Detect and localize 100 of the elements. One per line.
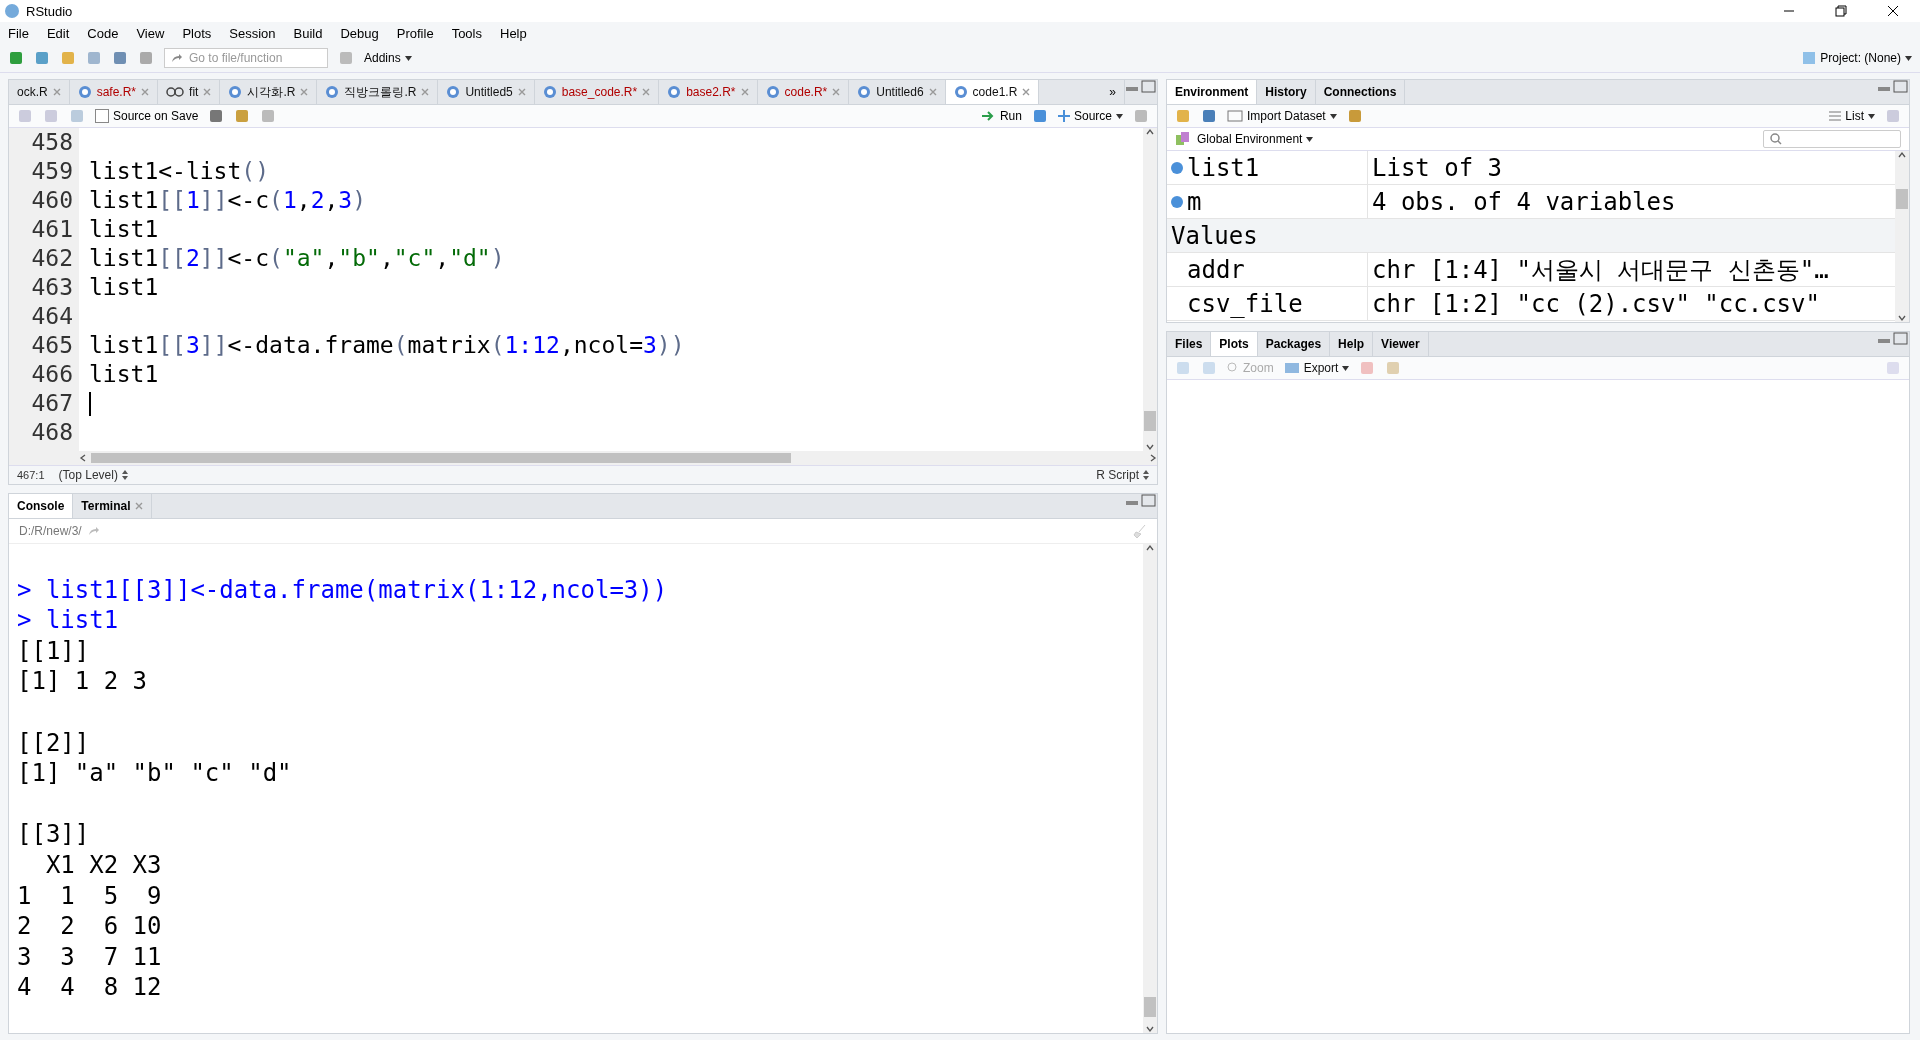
- menu-item[interactable]: Debug: [340, 25, 379, 41]
- section-header: Values: [1170, 221, 1258, 250]
- menu-item[interactable]: File: [8, 25, 29, 41]
- variable-value: chr [1:4] "서울시 서대문구 신촌동"…: [1372, 254, 1829, 286]
- file-tab[interactable]: code.R*: [757, 80, 850, 104]
- magnifier-icon: [1227, 362, 1239, 374]
- code-line: list1[[2]]<-c("a","b","c","d"): [89, 244, 505, 273]
- window-title: RStudio: [26, 3, 74, 19]
- menu-item[interactable]: Code: [87, 25, 119, 41]
- file-tab[interactable]: Untitled6: [849, 80, 946, 104]
- source-on-save-checkbox[interactable]: Source on Save: [95, 109, 199, 123]
- menu-item[interactable]: Tools: [451, 25, 482, 41]
- environment-selector[interactable]: Global Environment: [1197, 132, 1314, 146]
- list-view-button[interactable]: List: [1829, 109, 1875, 123]
- console-line: > list1: [17, 606, 119, 635]
- file-tab[interactable]: 시각화.R: [220, 80, 318, 104]
- minimize-maximize-icon[interactable]: [1125, 80, 1157, 94]
- scrollbar[interactable]: [1143, 128, 1157, 451]
- pane-tab[interactable]: Connections: [1315, 80, 1406, 104]
- line-number: 465: [31, 331, 73, 360]
- expand-icon[interactable]: [1171, 195, 1183, 208]
- console-line: [[1]]: [17, 636, 90, 665]
- console-line: > list1[[3]]<-data.frame(matrix(1:12,ncol=3)): [17, 575, 668, 604]
- file-tab[interactable]: Untitled5: [438, 80, 535, 104]
- export-button[interactable]: Export: [1283, 361, 1350, 375]
- console-tab[interactable]: Terminal: [73, 494, 153, 518]
- run-button[interactable]: Run: [981, 109, 1022, 123]
- menu-item[interactable]: Edit: [46, 25, 70, 41]
- environment-icon: [1175, 131, 1191, 147]
- project-button[interactable]: Project: (None): [1802, 51, 1912, 65]
- scrollbar[interactable]: [1895, 151, 1909, 322]
- minimize-maximize-icon[interactable]: [1877, 80, 1909, 94]
- menu-item[interactable]: View: [136, 25, 165, 41]
- scrollbar-thumb[interactable]: [91, 453, 791, 463]
- menu-item[interactable]: Session: [229, 25, 276, 41]
- line-number: 462: [31, 244, 73, 273]
- r-file-icon: [765, 85, 780, 99]
- pane-tab[interactable]: History: [1257, 80, 1316, 104]
- console-line: [1] "a" "b" "c" "d": [17, 759, 292, 788]
- console-line: 4 4 8 12: [17, 973, 162, 1002]
- scrollbar-thumb[interactable]: [1144, 997, 1156, 1017]
- r-file-icon: [667, 85, 682, 99]
- file-tab[interactable]: fit: [158, 80, 221, 104]
- variable-value: List of 3: [1372, 153, 1503, 182]
- horizontal-scrollbar[interactable]: [9, 451, 1157, 465]
- menu-item[interactable]: Profile: [396, 25, 434, 41]
- menu-item[interactable]: Help: [500, 25, 527, 41]
- line-number: 461: [31, 215, 73, 244]
- file-tab[interactable]: safe.R*: [69, 80, 159, 104]
- pane-tab[interactable]: Plots: [1211, 332, 1258, 356]
- variable-name: addr: [1187, 255, 1245, 284]
- code-line: list1<-list(): [89, 157, 270, 186]
- line-number: 467: [31, 389, 73, 418]
- search-field[interactable]: [1763, 130, 1901, 148]
- code-line: list1: [89, 273, 159, 302]
- more-tabs-button[interactable]: »: [1101, 80, 1125, 104]
- file-tab[interactable]: base_code.R*: [534, 80, 660, 104]
- r-file-icon: [77, 85, 92, 99]
- scrollbar-thumb[interactable]: [1896, 189, 1908, 209]
- pane-tab[interactable]: Viewer: [1373, 332, 1429, 356]
- close-icon[interactable]: [1887, 5, 1899, 17]
- file-tab[interactable]: code1.R: [945, 80, 1040, 104]
- console-line: [[3]]: [17, 820, 90, 849]
- minimize-maximize-icon[interactable]: [1125, 494, 1157, 508]
- restore-icon[interactable]: [1835, 5, 1847, 17]
- r-file-icon: [542, 85, 557, 99]
- file-type-selector[interactable]: R Script: [1096, 468, 1149, 482]
- caret-icon: [1868, 113, 1875, 119]
- variable-name: list1: [1187, 153, 1260, 182]
- file-tab[interactable]: 직방크롤링.R: [317, 80, 439, 104]
- console-line: 2 2 6 10: [17, 912, 162, 941]
- console-line: [1] 1 2 3: [17, 667, 148, 696]
- addins-button[interactable]: Addins: [364, 51, 412, 65]
- pane-tab[interactable]: Help: [1330, 332, 1374, 356]
- line-number: 458: [31, 128, 73, 157]
- arrow-icon: [981, 111, 996, 121]
- caret-icon: [1342, 365, 1350, 371]
- arrow-icon: [171, 53, 183, 63]
- app-logo-icon: [4, 3, 20, 19]
- console-tab[interactable]: Console: [9, 494, 74, 518]
- caret-icon: [1116, 113, 1123, 119]
- code-line: list1: [89, 215, 159, 244]
- pane-tab[interactable]: Environment: [1167, 80, 1258, 104]
- menu-item[interactable]: Plots: [182, 25, 212, 41]
- minimize-maximize-icon[interactable]: [1877, 332, 1909, 346]
- placeholder-text: Go to file/function: [189, 51, 283, 65]
- file-tab[interactable]: ock.R: [9, 80, 70, 104]
- scope-selector[interactable]: (Top Level): [58, 468, 128, 482]
- code-line: list1[[3]]<-data.frame(matrix(1:12,ncol=3)): [89, 331, 685, 360]
- source-button[interactable]: Source: [1057, 109, 1123, 123]
- menu-item[interactable]: Build: [293, 25, 323, 41]
- pane-tab[interactable]: Packages: [1257, 332, 1331, 356]
- r-file-icon: [857, 85, 872, 99]
- file-tab[interactable]: base2.R*: [659, 80, 758, 104]
- scrollbar[interactable]: [1143, 544, 1157, 1033]
- r-file-icon: [325, 85, 340, 99]
- scrollbar-thumb[interactable]: [1144, 411, 1156, 431]
- import-dataset-button[interactable]: Import Dataset: [1227, 109, 1337, 123]
- console-line: 3 3 7 11: [17, 942, 162, 971]
- expand-icon[interactable]: [1171, 161, 1183, 174]
